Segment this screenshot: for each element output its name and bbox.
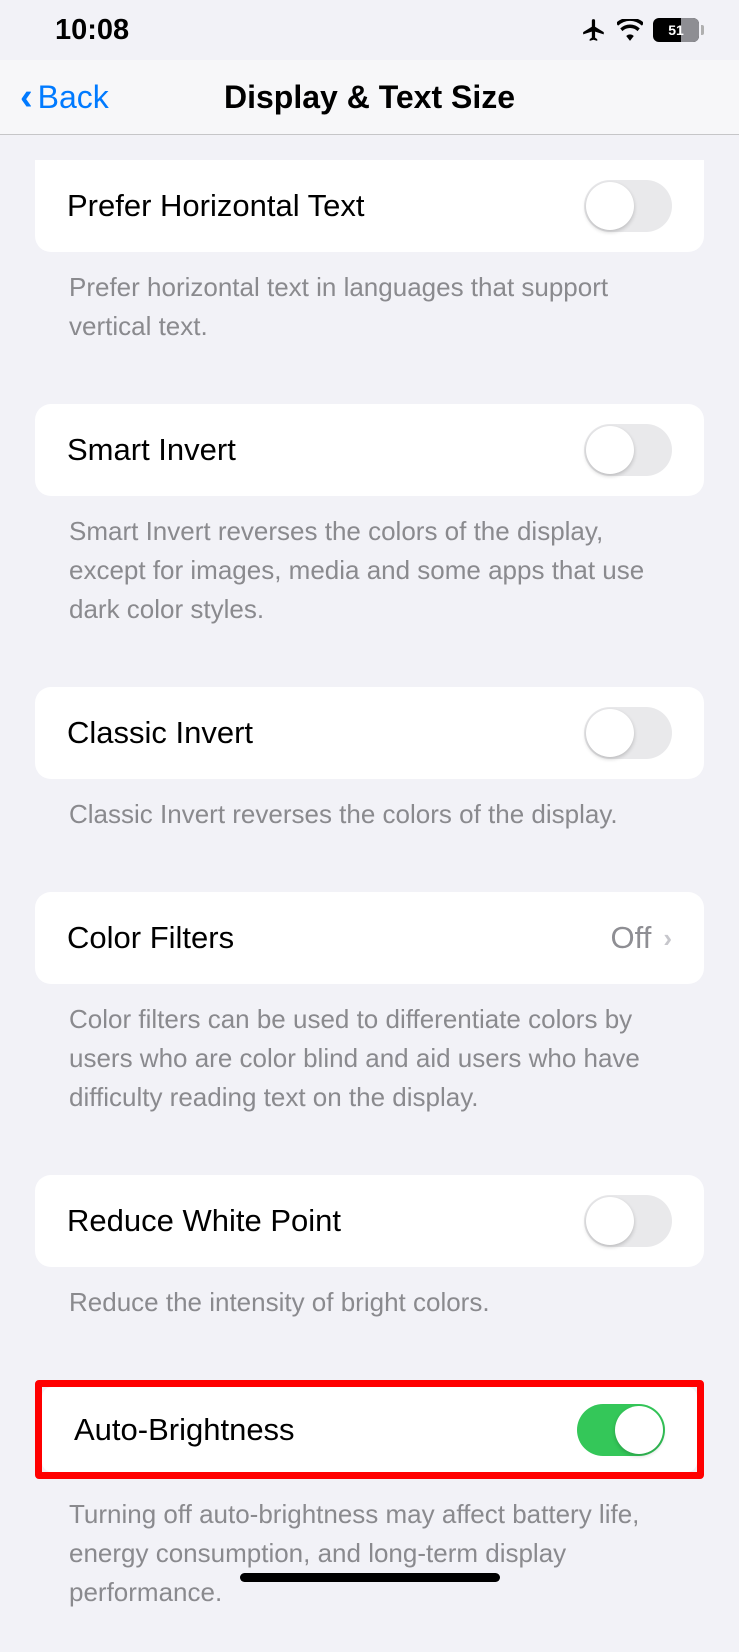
setting-value: Off [611, 920, 652, 956]
auto-brightness-toggle[interactable] [577, 1404, 665, 1456]
chevron-left-icon: ‹ [20, 78, 33, 116]
setting-label: Prefer Horizontal Text [67, 188, 365, 224]
smart-invert-row[interactable]: Smart Invert [35, 404, 704, 496]
classic-invert-row[interactable]: Classic Invert [35, 687, 704, 779]
prefer-horizontal-text-row[interactable]: Prefer Horizontal Text [35, 160, 704, 252]
back-label: Back [38, 79, 109, 116]
setting-footer: Prefer horizontal text in languages that… [35, 252, 704, 346]
color-filters-row[interactable]: Color Filters Off › [35, 892, 704, 984]
reduce-white-point-toggle[interactable] [584, 1195, 672, 1247]
setting-label: Classic Invert [67, 715, 253, 751]
reduce-white-point-row[interactable]: Reduce White Point [35, 1175, 704, 1267]
setting-footer: Turning off auto-brightness may affect b… [35, 1479, 704, 1612]
smart-invert-toggle[interactable] [584, 424, 672, 476]
wifi-icon [617, 19, 643, 41]
auto-brightness-row[interactable]: Auto-Brightness [42, 1387, 697, 1472]
setting-label: Color Filters [67, 920, 234, 956]
setting-label: Auto-Brightness [74, 1412, 295, 1448]
status-bar: 10:08 51 [0, 0, 739, 60]
setting-footer: Reduce the intensity of bright colors. [35, 1267, 704, 1322]
setting-label: Smart Invert [67, 432, 236, 468]
highlighted-setting: Auto-Brightness [35, 1380, 704, 1479]
setting-label: Reduce White Point [67, 1203, 341, 1239]
setting-footer: Color filters can be used to differentia… [35, 984, 704, 1117]
setting-footer: Smart Invert reverses the colors of the … [35, 496, 704, 629]
classic-invert-toggle[interactable] [584, 707, 672, 759]
setting-footer: Classic Invert reverses the colors of th… [35, 779, 704, 834]
navigation-bar: ‹ Back Display & Text Size [0, 60, 739, 135]
status-time: 10:08 [55, 14, 129, 47]
battery-level: 51 [668, 22, 684, 38]
home-indicator[interactable] [240, 1573, 500, 1582]
chevron-right-icon: › [663, 923, 672, 954]
back-button[interactable]: ‹ Back [20, 78, 109, 116]
page-title: Display & Text Size [0, 79, 739, 116]
status-icons: 51 [581, 17, 699, 43]
airplane-mode-icon [581, 17, 607, 43]
battery-icon: 51 [653, 18, 699, 42]
prefer-horizontal-text-toggle[interactable] [584, 180, 672, 232]
